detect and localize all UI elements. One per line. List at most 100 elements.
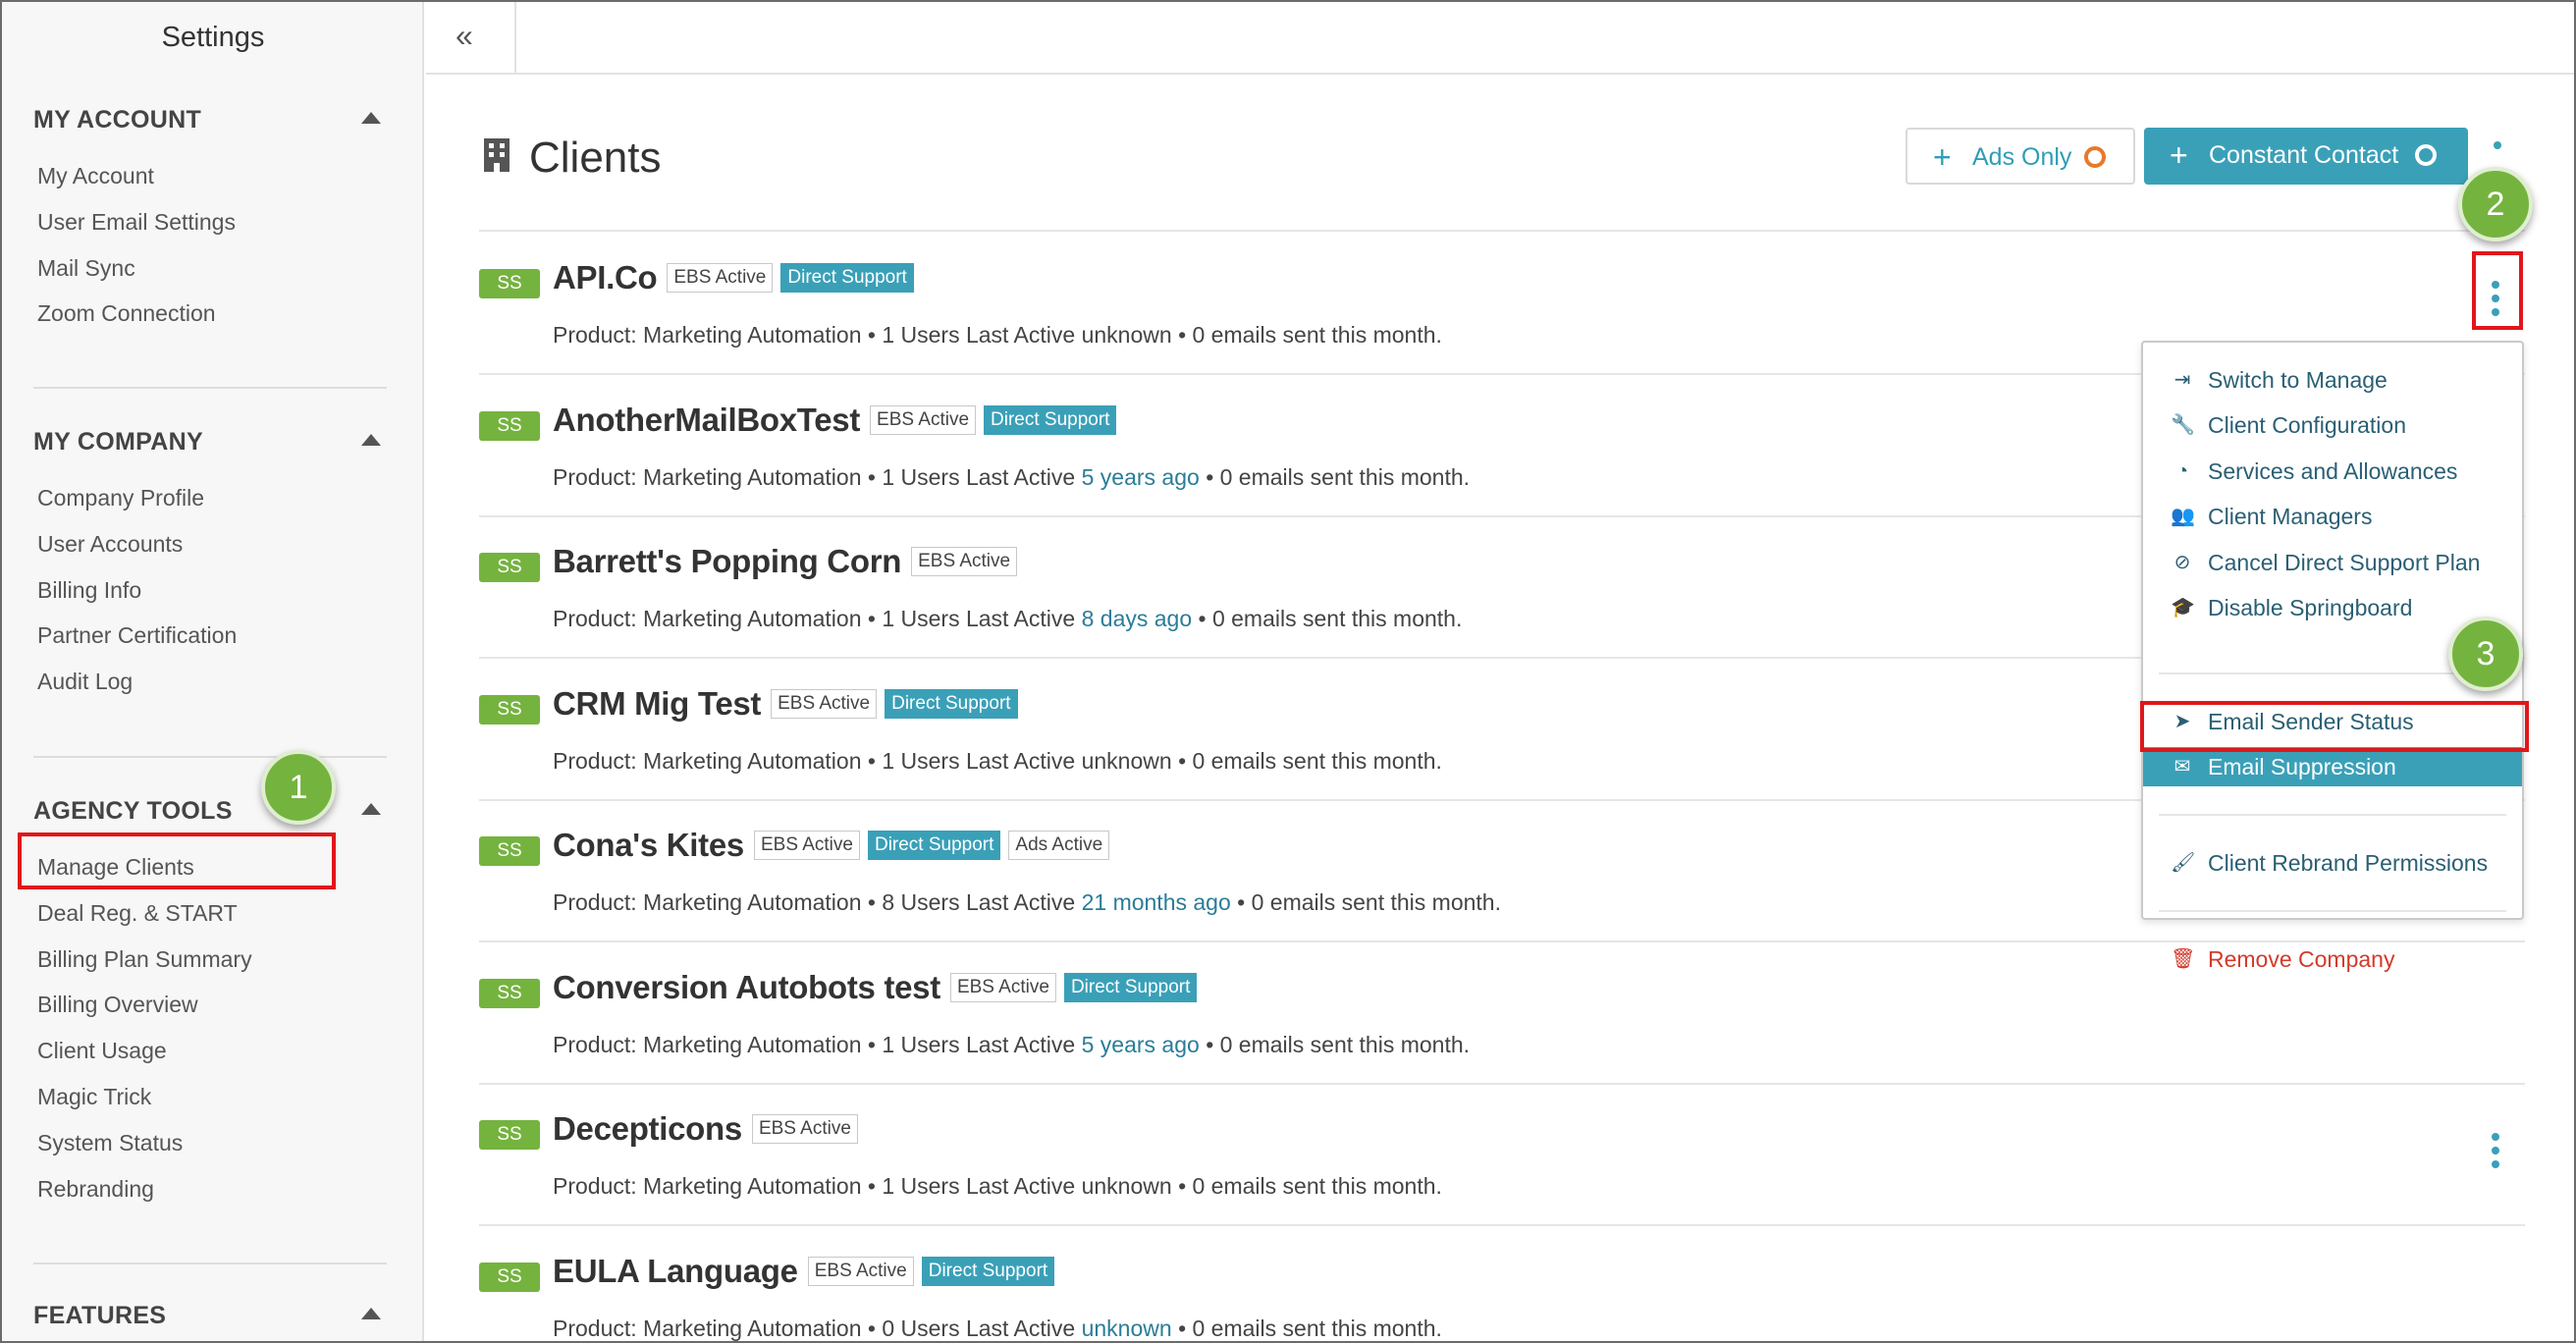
ebs-status-badge: EBS Active <box>949 972 1056 1002</box>
product-badge: SS <box>479 269 540 298</box>
sidebar-item-system-status[interactable]: System Status <box>37 1130 183 1156</box>
menu-item-email-suppression[interactable]: ✉ Email Suppression <box>2143 747 2522 787</box>
client-name[interactable]: Cona's Kites <box>553 827 744 864</box>
last-active-value: unknown <box>1081 322 1172 348</box>
direct-status-badge: Direct Support <box>867 831 1001 860</box>
wrench-icon: 🔧 <box>2171 414 2195 437</box>
client-detail: Product: Marketing Automation • 1 Users … <box>553 1173 1442 1200</box>
sidebar-item-zoom-connection[interactable]: Zoom Connection <box>37 300 216 327</box>
collapse-sidebar-button[interactable]: « <box>426 2 516 75</box>
last-active-value[interactable]: unknown <box>1082 1316 1172 1341</box>
highlight-manage-clients <box>18 833 336 889</box>
ban-icon: ⊘ <box>2174 551 2191 573</box>
sidebar-item-billing-info[interactable]: Billing Info <box>37 577 141 604</box>
section-header-features[interactable]: FEATURES <box>33 1302 387 1330</box>
caret-up-icon[interactable] <box>361 434 381 446</box>
emails-sent-summary: • 0 emails sent this month. <box>1178 747 1442 774</box>
last-active-value[interactable]: 8 days ago <box>1082 606 1193 631</box>
client-detail: Product: Marketing Automation • 0 Users … <box>553 1316 1442 1342</box>
client-name[interactable]: Barrett's Popping Corn <box>553 543 901 580</box>
menu-item-label: Switch to Manage <box>2208 367 2388 393</box>
header-more-icon[interactable] <box>2494 141 2501 149</box>
menu-item-remove-company[interactable]: 🗑 Remove Company <box>2143 940 2522 979</box>
sidebar-item-user-email-settings[interactable]: User Email Settings <box>37 209 236 236</box>
sidebar-item-company-profile[interactable]: Company Profile <box>37 485 204 511</box>
sidebar-item-mail-sync[interactable]: Mail Sync <box>37 255 135 282</box>
menu-item-label: Client Managers <box>2208 504 2373 530</box>
row-more-icon[interactable] <box>2492 1133 2499 1174</box>
sidebar-title: Settings <box>161 22 265 53</box>
sidebar-item-my-account[interactable]: My Account <box>37 163 154 189</box>
direct-status-badge: Direct Support <box>780 263 914 293</box>
highlight-email-suppression <box>2140 701 2529 752</box>
app-window: Settings MY ACCOUNT My Account User Email … <box>0 0 2576 1343</box>
client-name[interactable]: Decepticons <box>553 1110 742 1148</box>
menu-divider <box>2159 910 2506 912</box>
sidebar-item-billing-overview[interactable]: Billing Overview <box>37 992 198 1018</box>
caret-up-icon[interactable] <box>361 112 381 124</box>
section-header-my-account[interactable]: MY ACCOUNT <box>33 106 387 134</box>
sidebar-item-partner-certification[interactable]: Partner Certification <box>37 622 237 649</box>
constant-contact-button[interactable]: + Constant Contact <box>2144 128 2468 185</box>
emails-sent-summary: • 0 emails sent this month. <box>1206 1031 1471 1057</box>
trash-icon: 🗑 <box>2171 948 2196 970</box>
sidebar-item-audit-log[interactable]: Audit Log <box>37 669 133 695</box>
callout-step-3: 3 <box>2448 617 2523 691</box>
client-name[interactable]: Conversion Autobots test <box>553 969 940 1006</box>
dashboard-icon: ◔ <box>2175 459 2189 482</box>
emails-sent-summary: • 0 emails sent this month. <box>1178 1173 1442 1199</box>
client-detail: Product: Marketing Automation • 1 Users … <box>553 748 1442 775</box>
client-detail-summary: Product: Marketing Automation • 1 Users … <box>553 463 1076 490</box>
emails-sent-summary: • 0 emails sent this month. <box>1178 1315 1442 1341</box>
double-chevron-left-icon: « <box>456 18 473 53</box>
client-detail-summary: Product: Marketing Automation • 1 Users … <box>553 606 1076 631</box>
sidebar-item-rebranding[interactable]: Rebranding <box>37 1176 154 1203</box>
caret-up-icon[interactable] <box>361 1308 381 1319</box>
client-row[interactable]: SS EULA Language EBS Active Direct Support P… <box>479 1247 2525 1342</box>
sidebar-item-billing-plan-summary[interactable]: Billing Plan Summary <box>37 946 252 973</box>
client-title-line: API.Co EBS Active Direct Support <box>553 259 922 296</box>
menu-item-services-and-allowances[interactable]: ◔ Services and Allowances <box>2143 452 2522 491</box>
direct-status-badge: Direct Support <box>984 404 1117 435</box>
menu-item-client-configuration[interactable]: 🔧 Client Configuration <box>2143 405 2522 445</box>
row-divider <box>479 1082 2525 1085</box>
last-active-value[interactable]: 21 months ago <box>1082 889 1231 915</box>
direct-status-badge: Direct Support <box>1063 972 1198 1002</box>
last-active-value: unknown <box>1081 747 1172 774</box>
ads-only-button[interactable]: + Ads Only <box>1905 128 2135 185</box>
client-title-line: EULA Language EBS Active Direct Support <box>553 1253 1062 1290</box>
menu-item-switch-to-manage[interactable]: ⇥ Switch to Manage <box>2143 360 2522 400</box>
section-header-agency-tools[interactable]: AGENCY TOOLS <box>33 797 387 826</box>
caret-up-icon[interactable] <box>361 803 381 815</box>
client-detail: Product: Marketing Automation • 1 Users … <box>553 322 1442 349</box>
client-name[interactable]: AnotherMailBoxTest <box>553 402 860 439</box>
client-detail-summary: Product: Marketing Automation • 1 Users … <box>553 1031 1076 1057</box>
header-divider <box>479 230 2525 232</box>
product-badge: SS <box>479 694 540 725</box>
last-active-value[interactable]: 5 years ago <box>1082 1032 1200 1057</box>
menu-item-client-rebrand-permissions[interactable]: 🖌 Client Rebrand Permissions <box>2143 843 2522 883</box>
users-icon: 👥 <box>2171 506 2195 528</box>
client-detail: Product: Marketing Automation • 1 Users … <box>553 1032 1470 1058</box>
client-name[interactable]: CRM Mig Test <box>553 685 761 723</box>
menu-item-label: Cancel Direct Support Plan <box>2208 549 2481 575</box>
client-title-line: Barrett's Popping Corn EBS Active <box>553 543 1025 580</box>
client-name[interactable]: EULA Language <box>553 1253 798 1290</box>
menu-item-label: Disable Springboard <box>2208 595 2413 620</box>
section-header-my-company[interactable]: MY COMPANY <box>33 428 387 457</box>
page-title: Clients <box>529 134 662 182</box>
emails-sent-summary: • 0 emails sent this month. <box>1198 606 1463 631</box>
ebs-status-badge: EBS Active <box>667 263 774 293</box>
sidebar-item-user-accounts[interactable]: User Accounts <box>37 531 183 558</box>
constant-contact-logo-icon <box>2415 144 2437 166</box>
sidebar-item-client-usage[interactable]: Client Usage <box>37 1038 167 1064</box>
menu-item-label: Client Rebrand Permissions <box>2208 850 2489 876</box>
ebs-status-badge: EBS Active <box>911 547 1018 576</box>
menu-item-client-managers[interactable]: 👥 Client Managers <box>2143 497 2522 536</box>
sidebar-item-deal-reg-start[interactable]: Deal Reg. & START <box>37 900 238 927</box>
sidebar-item-magic-trick[interactable]: Magic Trick <box>37 1084 151 1110</box>
menu-item-label: Remove Company <box>2208 946 2395 972</box>
client-name[interactable]: API.Co <box>553 259 658 296</box>
menu-item-cancel-direct-support-plan[interactable]: ⊘ Cancel Direct Support Plan <box>2143 543 2522 582</box>
last-active-value[interactable]: 5 years ago <box>1082 464 1200 490</box>
